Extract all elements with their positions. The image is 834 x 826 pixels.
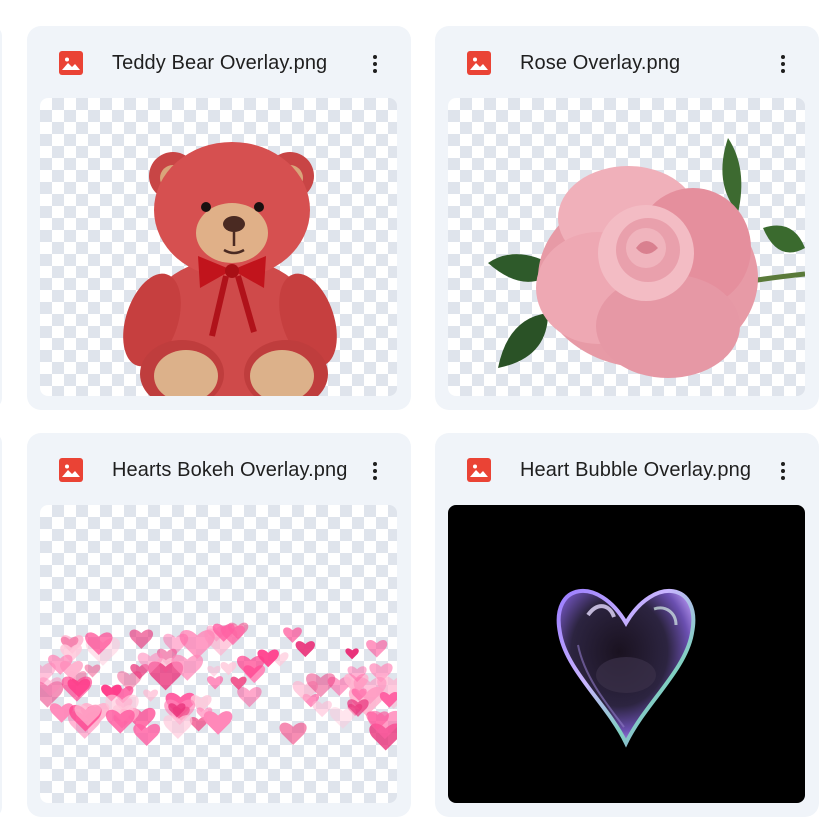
heart-shape — [163, 633, 189, 655]
file-name[interactable]: Hearts Bokeh Overlay.png — [112, 457, 362, 483]
heart-shape — [295, 641, 315, 658]
heart-shape — [143, 689, 159, 702]
teddy-bear-image — [123, 142, 337, 396]
heart-shape — [207, 665, 221, 677]
image-file-icon — [467, 51, 491, 75]
file-card[interactable]: Heart Bubble Overlay.png — [435, 433, 819, 817]
more-vert-icon — [781, 462, 785, 480]
heart-shape — [283, 627, 302, 643]
heart-shape — [237, 687, 262, 708]
offscreen-card-edge — [0, 26, 2, 408]
more-actions-button[interactable] — [357, 46, 393, 82]
file-thumbnail[interactable] — [40, 98, 397, 396]
heart-shape — [345, 648, 359, 660]
rose-image — [488, 138, 805, 378]
heart-shape — [129, 629, 154, 649]
more-actions-button[interactable] — [765, 453, 801, 489]
heart-shape — [312, 700, 332, 718]
offscreen-card-edge — [0, 433, 2, 817]
file-name[interactable]: Teddy Bear Overlay.png — [112, 50, 362, 76]
more-vert-icon — [781, 55, 785, 73]
heart-shape — [279, 722, 307, 746]
file-card-header: Heart Bubble Overlay.png — [435, 433, 819, 505]
file-card[interactable]: Teddy Bear Overlay.png — [27, 26, 411, 410]
heart-shape — [133, 723, 161, 746]
file-thumbnail[interactable] — [448, 505, 805, 803]
heart-shape — [220, 661, 237, 676]
file-card[interactable]: Hearts Bokeh Overlay.png — [27, 433, 411, 817]
file-thumbnail[interactable] — [40, 505, 397, 803]
file-card-header: Rose Overlay.png — [435, 26, 819, 98]
heart-shape — [207, 676, 224, 690]
file-name[interactable]: Rose Overlay.png — [520, 50, 770, 76]
hearts-bokeh-image — [40, 622, 397, 751]
more-actions-button[interactable] — [357, 453, 393, 489]
file-name[interactable]: Heart Bubble Overlay.png — [520, 457, 770, 483]
file-thumbnail[interactable] — [448, 98, 805, 396]
image-file-icon — [467, 458, 491, 482]
more-vert-icon — [373, 55, 377, 73]
file-card[interactable]: Rose Overlay.png — [435, 26, 819, 410]
more-actions-button[interactable] — [765, 46, 801, 82]
image-file-icon — [59, 51, 83, 75]
more-vert-icon — [373, 462, 377, 480]
heart-bubble-image — [556, 588, 696, 748]
image-file-icon — [59, 458, 83, 482]
file-card-header: Teddy Bear Overlay.png — [27, 26, 411, 98]
file-card-header: Hearts Bokeh Overlay.png — [27, 433, 411, 505]
heart-shape — [84, 664, 101, 678]
heart-shape — [366, 639, 388, 658]
file-grid: Teddy Bear Overlay.png Rose Overlay.png … — [0, 0, 834, 826]
